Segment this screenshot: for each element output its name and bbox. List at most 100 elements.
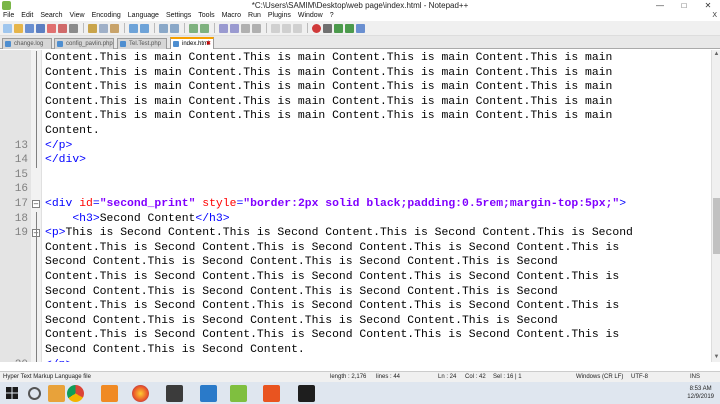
codeigniter-icon[interactable] [263, 385, 280, 402]
paste-icon[interactable] [110, 23, 119, 33]
close-document-button[interactable]: X [712, 11, 717, 21]
minimize-icon[interactable]: — [648, 0, 672, 11]
code-line[interactable]: 19 <p>This is Second Content.This is Seco… [0, 226, 711, 241]
menu-edit[interactable]: Edit [21, 11, 33, 21]
show-all-chars-icon[interactable] [241, 23, 250, 33]
code-text: </p> [45, 358, 72, 362]
menu-search[interactable]: Search [40, 11, 62, 21]
fold-collapse-icon[interactable]: − [32, 200, 40, 208]
eol-format[interactable]: Windows (CR LF) [576, 372, 623, 382]
xampp-icon[interactable] [101, 385, 118, 402]
menu-help[interactable]: ? [330, 11, 334, 21]
menu-language[interactable]: Language [128, 11, 159, 21]
chrome-icon[interactable] [67, 385, 84, 402]
code-line[interactable]: 20 </p> [0, 358, 711, 362]
code-line[interactable]: Second Content.This is Second Content. [0, 343, 711, 358]
menu-plugins[interactable]: Plugins [268, 11, 291, 21]
scroll-down-icon[interactable]: ▼ [712, 353, 720, 362]
firefox-icon[interactable] [132, 385, 149, 402]
fold-guide-line [36, 211, 37, 227]
code-line[interactable]: Content.This is main Content.This is mai… [0, 80, 711, 95]
sublime-text-icon[interactable] [166, 385, 183, 402]
code-line[interactable]: 15 [0, 168, 711, 183]
zoom-out-icon[interactable] [200, 23, 209, 33]
scroll-up-icon[interactable]: ▲ [712, 50, 720, 59]
toolbar-separator [214, 23, 215, 33]
code-line[interactable]: Second Content.This is Second Content.Th… [0, 285, 711, 300]
menu-tools[interactable]: Tools [198, 11, 214, 21]
tab-3[interactable]: Tel.Test.php [117, 38, 167, 49]
tab-label: change.log [14, 41, 44, 47]
menu-run[interactable]: Run [248, 11, 261, 21]
menu-view[interactable]: View [70, 11, 85, 21]
code-line[interactable]: 16 [0, 182, 711, 197]
code-line[interactable]: Content.This is main Content.This is mai… [0, 51, 711, 66]
scrollbar-thumb[interactable] [713, 198, 720, 254]
insert-mode[interactable]: INS [690, 372, 700, 382]
maximize-icon[interactable]: □ [672, 0, 696, 11]
task-view-icon[interactable] [28, 387, 41, 400]
code-line[interactable]: 17 <div id="second_print" style="border:2… [0, 197, 711, 212]
undo-icon[interactable] [129, 23, 138, 33]
editor-area[interactable]: Content.This is main Content.This is mai… [0, 50, 711, 362]
menu-encoding[interactable]: Encoding [92, 11, 121, 21]
code-line[interactable]: Content.This is Second Content.This is S… [0, 299, 711, 314]
indent-guide-icon[interactable] [252, 23, 261, 33]
function-list-icon[interactable] [282, 23, 291, 33]
menu-settings[interactable]: Settings [166, 11, 191, 21]
record-macro-icon[interactable] [312, 23, 321, 33]
stop-macro-icon[interactable] [323, 23, 332, 33]
code-line[interactable]: 14 </div> [0, 153, 711, 168]
tab-1[interactable]: change.log [2, 38, 52, 49]
play-macro-icon[interactable] [334, 23, 343, 33]
system-clock[interactable]: 8:53 AM 12/9/2019 [687, 385, 714, 401]
save-macro-icon[interactable] [356, 23, 365, 33]
open-file-icon[interactable] [14, 23, 23, 33]
find-icon[interactable] [159, 23, 168, 33]
vertical-scrollbar[interactable]: ▲ ▼ [711, 50, 720, 362]
menu-file[interactable]: File [3, 11, 14, 21]
tab-2[interactable]: config_pavlin.php [54, 38, 114, 49]
tab-4[interactable]: index.html ✖ [170, 37, 214, 49]
tab-close-icon[interactable]: ✖ [206, 39, 211, 49]
code-line[interactable]: Second Content.This is Second Content.Th… [0, 255, 711, 270]
save-icon[interactable] [25, 23, 34, 33]
replace-icon[interactable] [170, 23, 179, 33]
close-all-icon[interactable] [58, 23, 67, 33]
cut-icon[interactable] [88, 23, 97, 33]
close-icon[interactable]: ✕ [696, 0, 720, 11]
code-line[interactable]: Content.This is main Content.This is mai… [0, 66, 711, 81]
redo-icon[interactable] [140, 23, 149, 33]
code-line[interactable]: Content.This is Second Content.This is S… [0, 270, 711, 285]
close-file-icon[interactable] [47, 23, 56, 33]
code-text: Second Content.This is Second Content.Th… [45, 285, 558, 300]
code-line[interactable]: Content.This is main Content.This is mai… [0, 95, 711, 110]
windows-start-icon[interactable] [6, 387, 18, 399]
print-icon[interactable] [69, 23, 78, 33]
code-line[interactable]: Content. [0, 124, 711, 139]
syntax-str: "second_print" [99, 198, 196, 210]
menu-window[interactable]: Window [298, 11, 323, 21]
word-wrap-icon[interactable] [230, 23, 239, 33]
title-bar: *C:\Users\SAMIM\Desktop\web page\index.h… [0, 0, 720, 11]
code-line[interactable]: Content.This is Second Content.This is S… [0, 328, 711, 343]
copy-icon[interactable] [99, 23, 108, 33]
file-explorer-icon[interactable] [48, 385, 65, 402]
vscode-icon[interactable] [200, 385, 217, 402]
notepadpp-taskbar-icon[interactable] [230, 385, 247, 402]
code-line[interactable]: Content.This is Second Content.This is S… [0, 241, 711, 256]
code-line[interactable]: Second Content.This is Second Content.Th… [0, 314, 711, 329]
terminal-icon[interactable] [298, 385, 315, 402]
menu-macro[interactable]: Macro [222, 11, 241, 21]
folder-workspace-icon[interactable] [293, 23, 302, 33]
zoom-in-icon[interactable] [189, 23, 198, 33]
code-line[interactable]: Content.This is main Content.This is mai… [0, 109, 711, 124]
save-all-icon[interactable] [36, 23, 45, 33]
sync-scroll-icon[interactable] [219, 23, 228, 33]
encoding[interactable]: UTF-8 [631, 372, 648, 382]
run-macro-multiple-icon[interactable] [345, 23, 354, 33]
doc-map-icon[interactable] [271, 23, 280, 33]
code-line[interactable]: 18 <h3>Second Content</h3> [0, 212, 711, 227]
new-file-icon[interactable] [3, 23, 12, 33]
code-line[interactable]: 13 </p> [0, 139, 711, 154]
